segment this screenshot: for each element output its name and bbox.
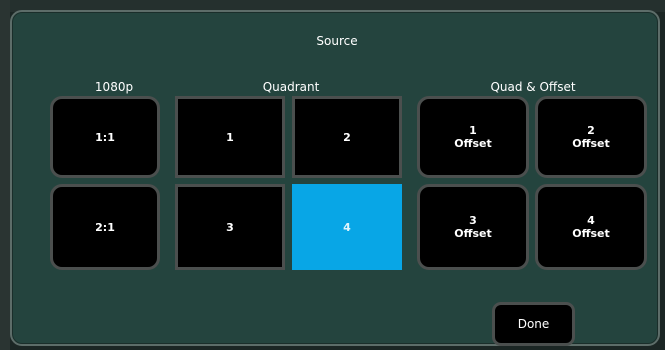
quad-offset-1-number: 1 — [469, 124, 477, 137]
quadrant-3-label: 3 — [226, 220, 234, 234]
quad-offset-2-button[interactable]: 2 Offset — [535, 96, 647, 178]
resolution-2-1-label: 2:1 — [95, 220, 115, 234]
quadrant-1-button[interactable]: 1 — [175, 96, 285, 178]
resolution-1-1-button[interactable]: 1:1 — [50, 96, 160, 178]
source-dialog: Source 1080p Quadrant Quad & Offset 1:1 … — [10, 10, 660, 346]
quad-offset-4-button[interactable]: 4 Offset — [535, 184, 647, 270]
dialog-title: Source — [316, 34, 358, 48]
quadrant-3-button[interactable]: 3 — [175, 184, 285, 270]
background-window-edge — [0, 0, 10, 350]
resolution-group-label: 1080p — [94, 80, 134, 94]
quad-offset-3-sub: Offset — [454, 227, 492, 240]
quadrant-group-label: Quadrant — [262, 80, 320, 94]
quad-offset-3-number: 3 — [469, 214, 477, 227]
quadrant-1-label: 1 — [226, 130, 234, 144]
quadrant-4-button[interactable]: 4 — [292, 184, 402, 270]
quad-offset-2-sub: Offset — [572, 137, 610, 150]
done-button[interactable]: Done — [492, 302, 575, 346]
quad-offset-4-sub: Offset — [572, 227, 610, 240]
quad-offset-1-sub: Offset — [454, 137, 492, 150]
quad-offset-group-label: Quad & Offset — [490, 80, 576, 94]
quadrant-2-button[interactable]: 2 — [292, 96, 402, 178]
quad-offset-2-number: 2 — [587, 124, 595, 137]
quad-offset-3-button[interactable]: 3 Offset — [417, 184, 529, 270]
quadrant-4-label: 4 — [343, 220, 351, 234]
quadrant-2-label: 2 — [343, 130, 351, 144]
resolution-2-1-button[interactable]: 2:1 — [50, 184, 160, 270]
quad-offset-1-button[interactable]: 1 Offset — [417, 96, 529, 178]
resolution-1-1-label: 1:1 — [95, 130, 115, 144]
quad-offset-4-number: 4 — [587, 214, 595, 227]
